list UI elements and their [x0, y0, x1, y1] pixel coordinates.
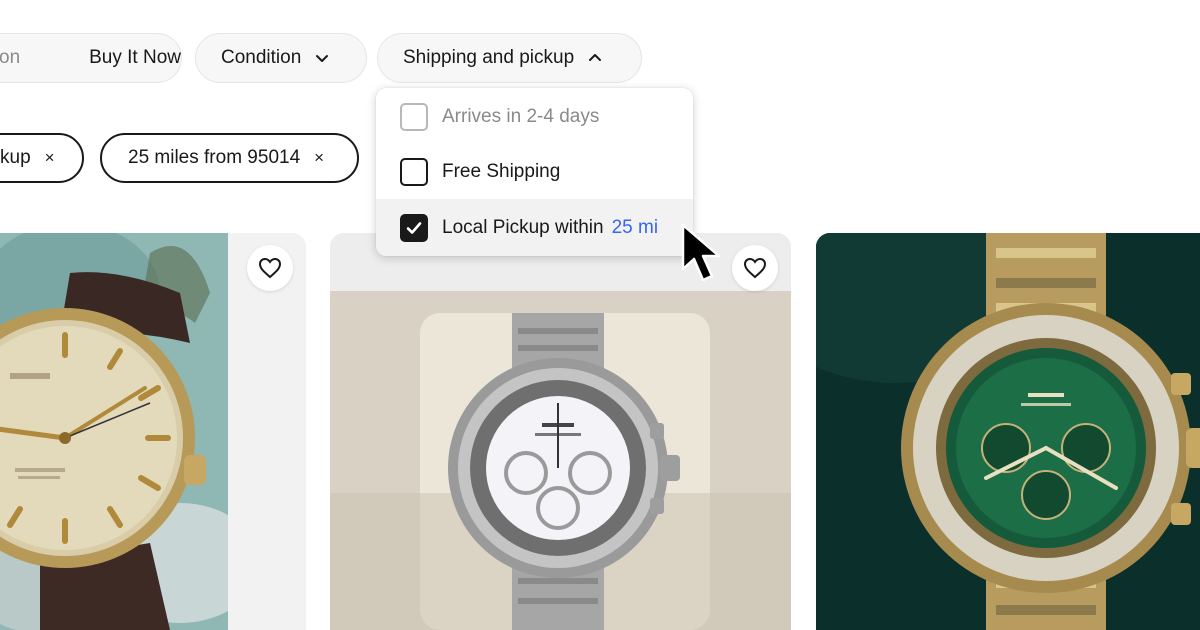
- close-icon[interactable]: ×: [45, 148, 55, 168]
- favorite-button[interactable]: [247, 245, 293, 291]
- listing-image[interactable]: [330, 233, 791, 630]
- listing-image[interactable]: [0, 233, 306, 630]
- chevron-up-icon: [589, 54, 602, 61]
- applied-chip-distance[interactable]: 25 miles from 95014 ×: [100, 133, 359, 183]
- option-free-shipping[interactable]: Free Shipping: [376, 144, 693, 199]
- checkmark-icon: [406, 221, 422, 234]
- mouse-pointer-icon: [681, 223, 721, 282]
- option-label: Free Shipping: [442, 160, 561, 182]
- filter-shipping-pickup-button[interactable]: Shipping and pickup: [377, 33, 642, 83]
- option-local-pickup[interactable]: Local Pickup within 25 mi: [376, 199, 693, 256]
- distance-link[interactable]: 25 mi: [612, 217, 658, 239]
- option-label: Arrives in 2-4 days: [442, 105, 600, 127]
- filter-condition-button[interactable]: Condition: [195, 33, 367, 83]
- chip-label: kup: [0, 147, 31, 168]
- chip-label: 25 miles from 95014: [128, 147, 301, 168]
- filter-condition-label: Condition: [221, 47, 302, 68]
- filter-shipping-label: Shipping and pickup: [403, 47, 575, 68]
- shipping-pickup-dropdown: Arrives in 2-4 days Free Shipping Local …: [376, 88, 693, 256]
- favorite-button[interactable]: [732, 245, 778, 291]
- checkbox-checked[interactable]: [400, 213, 428, 242]
- filter-buy-it-now-label[interactable]: Buy It Now: [89, 47, 181, 69]
- listing-image[interactable]: [816, 233, 1200, 630]
- checkbox[interactable]: [400, 102, 428, 131]
- heart-icon: [258, 257, 282, 279]
- option-arrives-2-4-days[interactable]: Arrives in 2-4 days: [376, 89, 693, 144]
- chevron-down-icon: [316, 55, 329, 62]
- option-label: Local Pickup within: [442, 216, 604, 238]
- close-icon[interactable]: ×: [314, 148, 324, 168]
- filter-auction-label[interactable]: on: [0, 47, 59, 69]
- checkbox[interactable]: [400, 157, 428, 186]
- listing-card[interactable]: [330, 233, 791, 630]
- applied-chip-local-pickup[interactable]: kup ×: [0, 133, 84, 183]
- filter-auction-buy-it-now[interactable]: on Buy It Now: [0, 33, 182, 83]
- listing-card[interactable]: [0, 233, 306, 630]
- heart-icon: [743, 257, 767, 279]
- listing-card[interactable]: [816, 233, 1200, 630]
